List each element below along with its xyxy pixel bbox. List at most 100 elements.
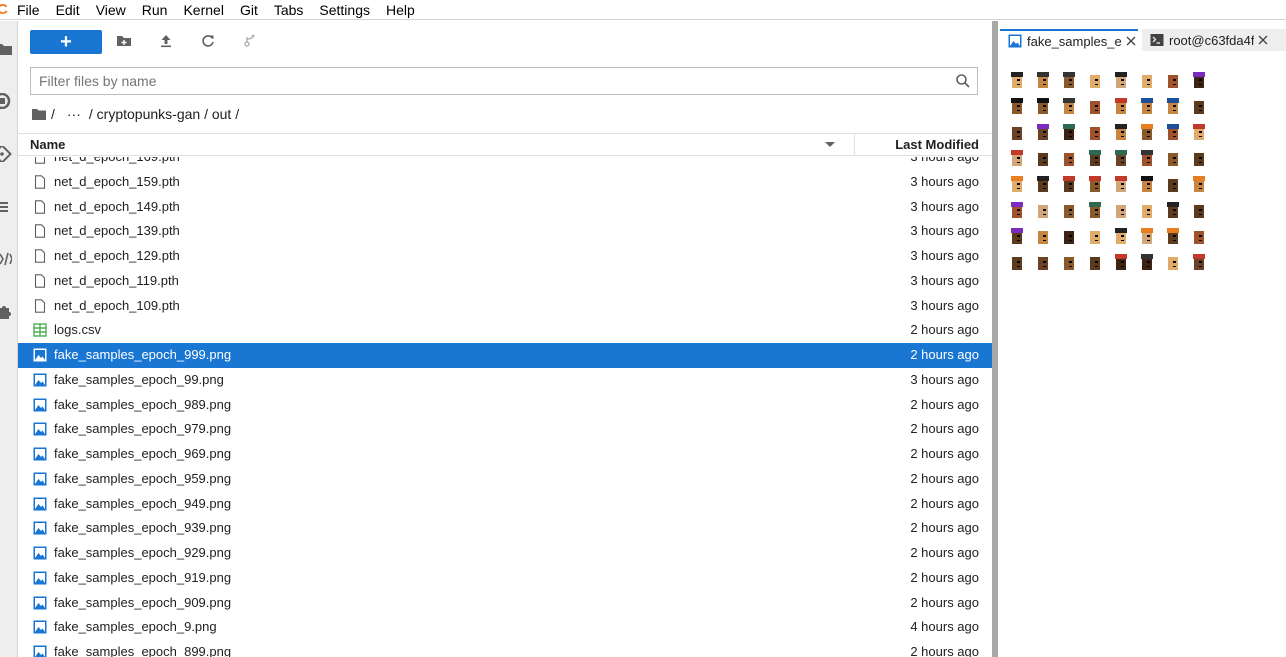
git-icon[interactable]: [0, 146, 12, 162]
file-modified: 2 hours ago: [910, 470, 979, 486]
jupyter-logo[interactable]: C: [0, 1, 9, 19]
activity-bar: [0, 21, 18, 657]
file-row[interactable]: net_d_epoch_149.pth 3 hours ago: [18, 195, 992, 220]
file-row[interactable]: net_d_epoch_119.pth 3 hours ago: [18, 269, 992, 294]
refresh-icon[interactable]: [200, 33, 216, 49]
file-row[interactable]: fake_samples_epoch_999.png 2 hours ago: [18, 343, 992, 368]
tab-bar: fake_samples_e root@c63fda4f: [998, 21, 1286, 57]
file-icon: [34, 175, 46, 189]
file-modified: 2 hours ago: [910, 569, 979, 585]
git-clone-icon[interactable]: [242, 33, 258, 49]
image-icon: [33, 422, 47, 436]
image-icon: [33, 571, 47, 585]
file-row[interactable]: fake_samples_epoch_939.png 2 hours ago: [18, 516, 992, 541]
toc-icon[interactable]: [0, 199, 12, 215]
file-list-header: Name Last Modified: [18, 133, 992, 156]
menu-git[interactable]: Git: [232, 1, 266, 19]
file-modified: 2 hours ago: [910, 396, 979, 412]
file-modified: 2 hours ago: [910, 545, 979, 560]
file-row[interactable]: fake_samples_epoch_949.png 2 hours ago: [18, 492, 992, 517]
file-icon: [34, 224, 46, 238]
image-icon: [33, 398, 47, 411]
file-row[interactable]: fake_samples_epoch_9.png 4 hours ago: [18, 615, 992, 640]
file-row[interactable]: net_d_epoch_109.pth 3 hours ago: [18, 294, 992, 319]
menu-kernel[interactable]: Kernel: [175, 1, 231, 19]
column-separator[interactable]: [854, 134, 855, 156]
file-row[interactable]: fake_samples_epoch_919.png 2 hours ago: [18, 566, 992, 591]
tab-label: fake_samples_e: [1027, 33, 1122, 49]
tab-image-viewer[interactable]: fake_samples_e: [1000, 29, 1138, 51]
image-icon: [33, 620, 47, 634]
file-modified: 2 hours ago: [910, 495, 979, 511]
tab-label: root@c63fda4f: [1169, 32, 1255, 48]
file-modified: 3 hours ago: [910, 272, 979, 288]
file-modified: 3 hours ago: [910, 248, 979, 263]
file-icon: [34, 274, 46, 288]
file-row[interactable]: fake_samples_epoch_989.png 2 hours ago: [18, 393, 992, 418]
file-name: fake_samples_epoch_919.png: [54, 569, 232, 585]
file-row[interactable]: fake_samples_epoch_909.png 2 hours ago: [18, 591, 992, 616]
image-icon: [33, 373, 47, 387]
file-modified: 2 hours ago: [910, 520, 979, 536]
file-name: fake_samples_epoch_99.png: [54, 371, 224, 387]
file-row[interactable]: logs.csv 2 hours ago: [18, 318, 992, 343]
menu-bar: C File Edit View Run Kernel Git Tabs Set…: [0, 0, 1286, 20]
file-name: fake_samples_epoch_979.png: [54, 421, 232, 437]
file-name: fake_samples_epoch_989.png: [54, 396, 232, 412]
code-icon[interactable]: [0, 251, 12, 267]
file-name: net_d_epoch_159.pth: [54, 173, 180, 189]
close-icon[interactable]: [1126, 36, 1136, 46]
file-modified: 3 hours ago: [910, 297, 979, 313]
image-icon: [33, 596, 47, 609]
menu-run[interactable]: Run: [134, 1, 176, 19]
image-icon: [33, 447, 47, 461]
menu-edit[interactable]: Edit: [48, 1, 88, 19]
file-row[interactable]: fake_samples_epoch_959.png 2 hours ago: [18, 467, 992, 492]
menu-view[interactable]: View: [88, 1, 134, 19]
file-name: net_d_epoch_169.pth: [54, 157, 180, 164]
file-row[interactable]: fake_samples_epoch_979.png 2 hours ago: [18, 417, 992, 442]
file-browser: + / ··· / cryptopunks-gan / out / Name L…: [18, 21, 992, 657]
column-name-header[interactable]: Name: [30, 137, 65, 152]
file-filter-input[interactable]: [31, 68, 931, 94]
main-dock-panel: fake_samples_e root@c63fda4f: [998, 21, 1286, 657]
breadcrumb-path[interactable]: / cryptopunks-gan / out /: [89, 106, 239, 122]
file-modified: 3 hours ago: [910, 223, 979, 239]
home-folder-icon[interactable]: [32, 108, 46, 120]
file-name: net_d_epoch_139.pth: [54, 223, 180, 239]
image-icon: [1008, 34, 1022, 48]
file-row[interactable]: net_d_epoch_169.pth 3 hours ago: [18, 157, 992, 170]
file-row[interactable]: net_d_epoch_129.pth 3 hours ago: [18, 244, 992, 269]
generated-samples-image: [1011, 72, 1205, 270]
column-modified-header[interactable]: Last Modified: [895, 137, 979, 152]
menu-settings[interactable]: Settings: [311, 1, 378, 19]
spreadsheet-icon: [33, 323, 47, 337]
breadcrumb-ellipsis[interactable]: ···: [67, 106, 81, 122]
upload-icon[interactable]: [158, 33, 174, 49]
file-name: net_d_epoch_129.pth: [54, 248, 180, 263]
file-row[interactable]: fake_samples_epoch_969.png 2 hours ago: [18, 442, 992, 467]
sort-caret-icon[interactable]: [824, 140, 836, 150]
extension-icon[interactable]: [0, 304, 12, 320]
file-row[interactable]: net_d_epoch_139.pth 3 hours ago: [18, 219, 992, 244]
file-name: fake_samples_epoch_909.png: [54, 594, 232, 610]
menu-help[interactable]: Help: [378, 1, 423, 19]
menu-file[interactable]: File: [9, 1, 48, 19]
new-launcher-button[interactable]: +: [30, 30, 102, 54]
file-modified: 2 hours ago: [910, 446, 979, 461]
file-row[interactable]: fake_samples_epoch_899.png 2 hours ago: [18, 640, 992, 657]
tab-terminal[interactable]: root@c63fda4f: [1142, 29, 1286, 51]
running-icon[interactable]: [0, 93, 12, 109]
file-icon: [34, 199, 46, 214]
file-row[interactable]: fake_samples_epoch_929.png 2 hours ago: [18, 541, 992, 566]
search-icon: [956, 74, 970, 88]
image-icon: [33, 348, 47, 362]
file-row[interactable]: net_d_epoch_159.pth 3 hours ago: [18, 170, 992, 195]
file-row[interactable]: fake_samples_epoch_99.png 3 hours ago: [18, 368, 992, 393]
new-folder-icon[interactable]: [116, 33, 132, 49]
folder-icon[interactable]: [0, 41, 12, 57]
file-icon: [34, 157, 46, 164]
file-name: net_d_epoch_149.pth: [54, 198, 180, 214]
menu-tabs[interactable]: Tabs: [266, 1, 312, 19]
close-icon[interactable]: [1258, 35, 1268, 45]
